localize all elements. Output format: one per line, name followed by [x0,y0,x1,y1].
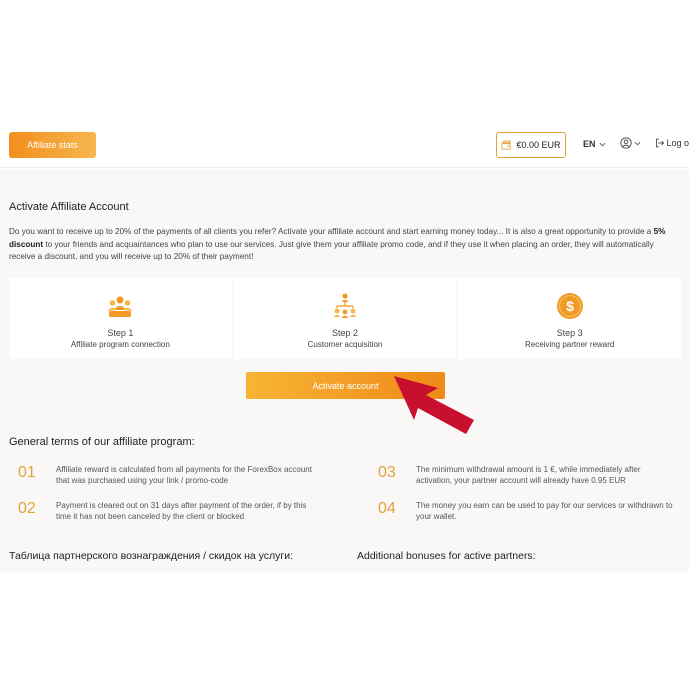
step-number: Step 1 [107,328,134,338]
affiliate-stats-button[interactable]: Affiliate stats [9,132,96,158]
step-description: Receiving partner reward [524,340,615,349]
dollar-coin-icon: $ [556,293,583,319]
step-description: Affiliate program connection [70,340,170,349]
term-item-3: 03 The minimum withdrawal amount is 1 €,… [378,464,678,486]
screen: Affiliate stats €0.00 EUR EN Log o Activ… [0,0,700,700]
term-item-1: 01 Affiliate reward is calculated from a… [18,464,318,486]
step-number: Step 3 [556,328,583,338]
main-content: Activate Affiliate Account Do you want t… [0,169,689,572]
logout-icon [655,138,665,148]
term-text: Payment is cleared out on 31 days after … [56,501,307,521]
chevron-down-icon [634,141,641,145]
balance-value: €0.00 EUR [516,140,561,150]
term-number: 04 [378,500,396,517]
term-number: 01 [18,464,36,481]
top-header: Affiliate stats €0.00 EUR EN Log o [0,121,689,168]
language-selector[interactable]: EN [583,139,606,149]
terms-title: General terms of our affiliate program: [9,436,195,448]
step-card-2: Step 2 Customer acquisition [233,278,457,359]
user-circle-icon [620,137,632,149]
step-number: Step 2 [331,328,359,338]
balance-button[interactable]: €0.00 EUR [496,132,566,158]
term-number: 03 [378,464,396,481]
users-group-icon [107,296,133,317]
term-item-4: 04 The money you earn can be used to pay… [378,500,678,522]
wallet-icon [501,139,512,150]
step-card-1: Step 1 Affiliate program connection [9,278,232,359]
step-card-3: $ Step 3 Receiving partner reward [458,278,682,359]
term-text: Affiliate reward is calculated from all … [56,465,312,485]
pointer-arrow-icon [394,376,474,434]
reward-table-title: Таблица партнерского вознаграждения / ск… [9,550,294,562]
page-title: Activate Affiliate Account [9,201,129,213]
steps-row: Step 1 Affiliate program connection Step… [9,278,682,359]
intro-part-1: Do you want to receive up to 20% of the … [9,227,654,236]
term-text: The minimum withdrawal amount is 1 €, wh… [416,465,641,485]
intro-text: Do you want to receive up to 20% of the … [9,226,681,264]
user-menu[interactable] [620,137,641,149]
chevron-down-icon [599,142,605,146]
logout-label: Log o [666,138,689,148]
term-item-2: 02 Payment is cleared out on 31 days aft… [18,500,318,522]
intro-part-2: to your friends and acquaintances who pl… [9,239,654,262]
step-description: Customer acquisition [307,340,383,349]
network-icon [333,293,357,318]
term-text: The money you earn can be used to pay fo… [416,501,673,521]
term-number: 02 [18,500,36,517]
svg-text:$: $ [566,298,574,314]
language-label: EN [583,139,596,149]
logout-link[interactable]: Log o [655,138,689,148]
bonuses-title: Additional bonuses for active partners: [357,550,536,562]
